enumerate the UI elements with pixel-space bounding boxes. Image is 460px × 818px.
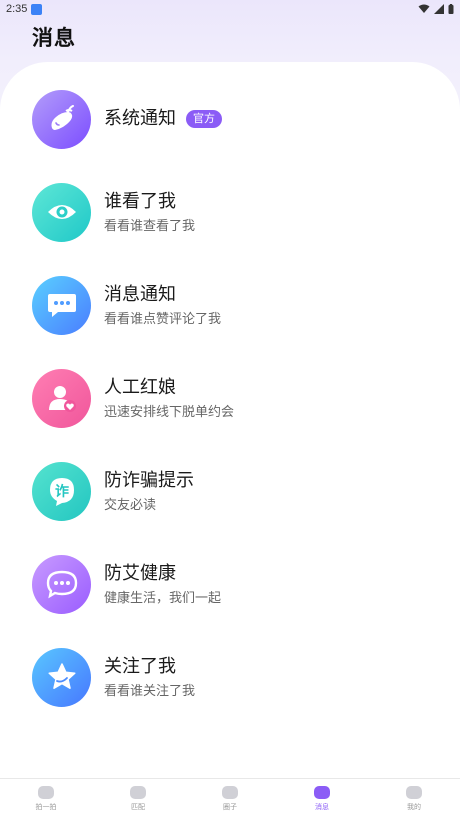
message-subtitle: 看看谁查看了我 — [104, 218, 196, 234]
nav-label: 匹配 — [131, 802, 145, 811]
chat-bubble-icon — [32, 275, 91, 335]
profile-icon — [406, 785, 422, 799]
battery-icon — [448, 4, 454, 14]
bottom-nav: 拍一拍 匹配 圈子 消息 我的 — [0, 778, 460, 818]
message-title: 系统通知 — [104, 108, 176, 129]
message-subtitle: 交友必读 — [104, 497, 157, 513]
nav-item-profile[interactable]: 我的 — [368, 779, 460, 818]
message-subtitle: 迅速安排线下脱单约会 — [104, 404, 235, 420]
nav-label: 我的 — [407, 802, 421, 811]
message-item-followers[interactable]: 关注了我 看看谁关注了我 — [32, 646, 432, 708]
message-title: 消息通知 — [104, 283, 176, 305]
message-item-matchmaker[interactable]: 人工红娘 迅速安排线下脱单约会 — [32, 367, 432, 429]
nav-label: 圈子 — [223, 802, 237, 811]
nav-item-circle[interactable]: 圈子 — [184, 779, 276, 818]
page-title: 消息 — [32, 26, 76, 50]
svg-text:诈: 诈 — [55, 484, 69, 500]
message-title: 人工红娘 — [104, 376, 176, 398]
nav-item-messages[interactable]: 消息 — [276, 779, 368, 818]
message-subtitle: 健康生活，我们一起 — [104, 590, 222, 606]
message-title: 关注了我 — [104, 655, 176, 677]
nav-item-match[interactable]: 匹配 — [92, 779, 184, 818]
status-bar: 2:35 — [0, 0, 460, 18]
official-badge: 官方 — [186, 110, 222, 128]
signal-icon — [434, 4, 444, 14]
wifi-icon — [418, 4, 430, 13]
status-time: 2:35 — [6, 3, 28, 15]
person-heart-icon — [32, 368, 91, 428]
match-icon — [130, 785, 146, 799]
app-notification-icon — [31, 3, 43, 15]
chat-dots-icon — [32, 554, 91, 614]
nav-item-tap[interactable]: 拍一拍 — [0, 779, 92, 818]
nav-label: 拍一拍 — [35, 802, 57, 811]
message-item-message-notice[interactable]: 消息通知 看看谁点赞评论了我 — [32, 274, 432, 336]
message-item-anti-fraud[interactable]: 诈 防诈骗提示 交友必读 — [32, 460, 432, 522]
message-item-system-notice[interactable]: 系统通知 官方 — [32, 88, 432, 150]
eggplant-icon — [32, 89, 91, 149]
message-title: 谁看了我 — [104, 190, 176, 212]
circle-icon — [222, 785, 238, 799]
message-item-who-viewed-me[interactable]: 谁看了我 看看谁查看了我 — [32, 181, 432, 243]
tap-icon — [38, 785, 54, 799]
fraud-alert-icon: 诈 — [32, 461, 91, 521]
nav-label: 消息 — [315, 802, 329, 811]
message-icon — [314, 785, 330, 799]
message-item-health[interactable]: 防艾健康 健康生活，我们一起 — [32, 553, 432, 615]
message-subtitle: 看看谁关注了我 — [104, 683, 196, 699]
star-icon — [32, 647, 91, 707]
eye-icon — [32, 182, 91, 242]
message-title: 防诈骗提示 — [104, 469, 194, 491]
message-title: 防艾健康 — [104, 562, 176, 584]
message-subtitle: 看看谁点赞评论了我 — [104, 311, 222, 327]
